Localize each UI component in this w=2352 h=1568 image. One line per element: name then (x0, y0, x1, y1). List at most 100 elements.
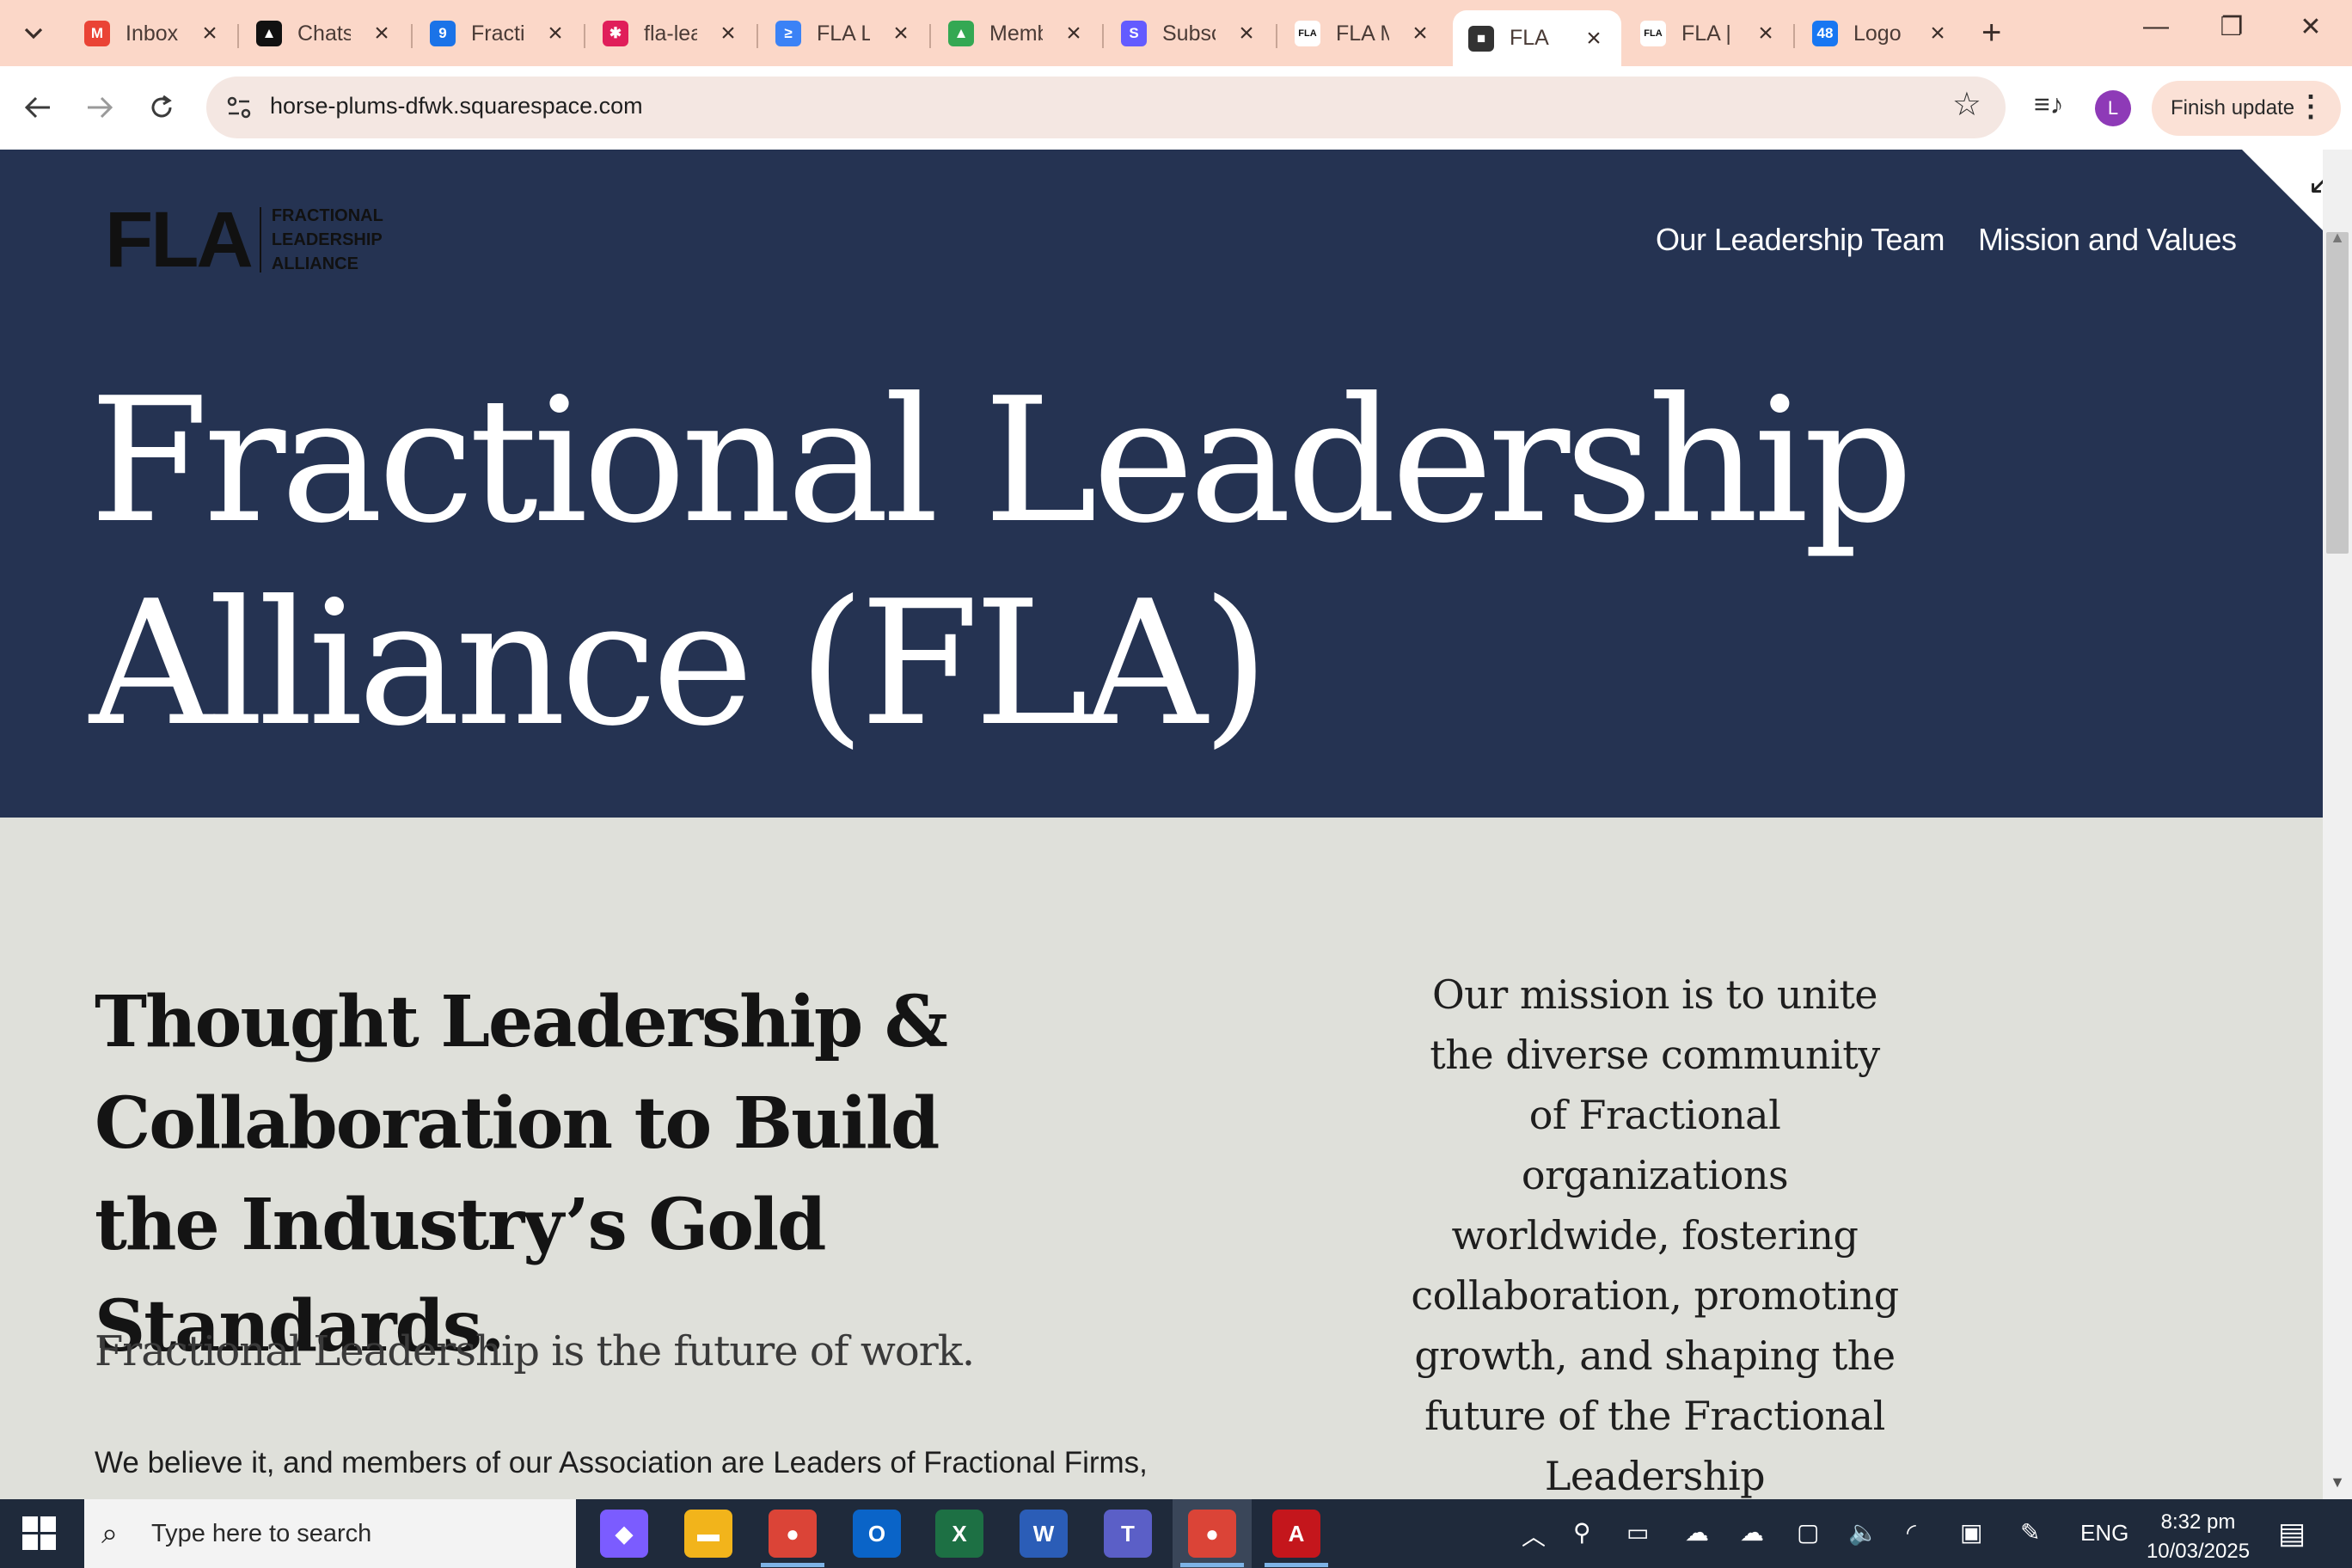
48-icon: 48 (1812, 21, 1838, 46)
flow-icon: ≥ (775, 21, 801, 46)
browser-tab[interactable]: ✱ fla-leadership × (587, 10, 756, 57)
tab-close-icon[interactable]: × (370, 19, 394, 48)
chrome-icon[interactable]: ● (769, 1510, 817, 1558)
body-paragraph: We believe it, and members of our Associ… (95, 1446, 1148, 1479)
more-menu-icon[interactable]: ⋮ (2296, 91, 2325, 122)
finish-update-label: Finish update (2171, 96, 2295, 119)
browser-tab[interactable]: FLA FLA | Home × (1625, 10, 1793, 57)
hero-title: Fractional Leadership Alliance (FLA) (89, 360, 1981, 766)
tab-separator (929, 24, 931, 48)
lead-heading: Thought Leadership & Collaboration to Bu… (95, 981, 948, 1368)
wifi-icon[interactable]: ◜ (1907, 1518, 1916, 1547)
finish-update-button[interactable]: Finish update ⋮ (2152, 81, 2341, 136)
media-control-icon[interactable]: ≡♪ (2034, 89, 2064, 120)
browser-tab[interactable]: ■ FLA × (1453, 10, 1621, 66)
site-settings-icon[interactable] (222, 90, 256, 125)
tab-close-icon[interactable]: × (1926, 19, 1950, 48)
onedrive-business-icon[interactable]: ☁ (1740, 1518, 1764, 1547)
acrobat-icon[interactable]: A (1272, 1510, 1320, 1558)
word-icon[interactable]: W (1020, 1510, 1068, 1558)
tab-close-icon[interactable]: × (889, 19, 913, 48)
battery-icon[interactable]: ▭ (1626, 1518, 1649, 1547)
close-window-icon[interactable]: ✕ (2285, 12, 2337, 42)
chrome-profile-icon[interactable]: ● (1188, 1510, 1236, 1558)
tab-search-button[interactable] (12, 10, 55, 57)
onedrive-icon[interactable]: ☁ (1685, 1518, 1709, 1547)
browser-tab[interactable]: S Subscribe × (1106, 10, 1274, 57)
scroll-up-icon[interactable]: ▲ (2323, 229, 2352, 254)
mission-statement: Our mission is to unite the diverse comm… (1411, 971, 1899, 1499)
outlook-icon[interactable]: O (853, 1510, 901, 1558)
tab-separator (584, 24, 585, 48)
back-icon[interactable] (14, 83, 62, 132)
calendar-icon: 9 (430, 21, 456, 46)
bookmark-star-icon[interactable]: ☆ (1952, 85, 1981, 124)
tab-title: fla-leadership (644, 21, 697, 46)
search-icon: ⌕ (101, 1516, 119, 1550)
taskbar-search[interactable]: ⌕ Type here to search (84, 1499, 576, 1568)
show-hidden-icons-icon[interactable]: ︿ (1522, 1518, 1546, 1553)
tab-close-icon[interactable]: × (1408, 19, 1432, 48)
tab-title: FLA | Home (1681, 21, 1735, 46)
nav-leadership-team[interactable]: Our Leadership Team (1656, 222, 1945, 258)
logo-line-3: ALLIANCE (271, 254, 358, 273)
browser-tab[interactable]: M Inbox × (69, 10, 237, 57)
hero-section: FLA FRACTIONAL LEADERSHIP ALLIANCE Our L… (0, 150, 2323, 818)
excel-icon[interactable]: X (935, 1510, 983, 1558)
copilot-icon[interactable]: ◆ (600, 1510, 648, 1558)
tab-close-icon[interactable]: × (716, 19, 740, 48)
url-text[interactable]: horse-plums-dfwk.squarespace.com (270, 93, 643, 119)
tab-title: FLA Mission (1336, 21, 1389, 46)
volume-icon[interactable]: 🔈 (1848, 1518, 1878, 1547)
browser-tab[interactable]: FLA FLA Mission × (1279, 10, 1448, 57)
minimize-icon[interactable]: — (2130, 12, 2182, 41)
browser-tab[interactable]: ≥ FLA Logo × (760, 10, 928, 57)
hero-title-line-2: Alliance (FLA) (89, 564, 1269, 764)
restore-icon[interactable]: ❐ (2206, 12, 2257, 42)
notification-center-icon[interactable]: ▤ (2278, 1516, 2306, 1551)
clock-time: 8:32 pm (2160, 1510, 2236, 1534)
forward-icon[interactable] (76, 83, 124, 132)
file-explorer-icon[interactable]: ▬ (684, 1510, 732, 1558)
running-indicator (1180, 1563, 1244, 1567)
fla-mini-icon: FLA (1640, 21, 1666, 46)
tray-app-icon[interactable]: ⚲ (1573, 1518, 1591, 1547)
browser-tab[interactable]: ▲ Members × (933, 10, 1101, 57)
hero-title-line-1: Fractional Leadership (89, 361, 1914, 561)
browser-tab[interactable]: 9 Fractional × (414, 10, 583, 57)
tab-close-icon[interactable]: × (1234, 19, 1259, 48)
pen-icon[interactable]: ✎ (2020, 1518, 2040, 1547)
chevron-down-icon (24, 28, 43, 40)
page-viewport: FLA FRACTIONAL LEADERSHIP ALLIANCE Our L… (0, 150, 2352, 1499)
tab-title: Members (989, 21, 1043, 46)
logo-line-1: FRACTIONAL (271, 206, 383, 225)
language-indicator[interactable]: ENG (2080, 1520, 2128, 1547)
new-tab-button[interactable]: + (1981, 14, 2001, 52)
address-bar[interactable]: horse-plums-dfwk.squarespace.com ☆ (206, 77, 2006, 138)
scrollbar-thumb[interactable] (2326, 232, 2349, 554)
logo-divider (259, 207, 261, 273)
tab-title: Subscribe (1162, 21, 1216, 46)
tab-separator (1793, 24, 1795, 48)
tab-separator (1102, 24, 1104, 48)
browser-tab[interactable]: ▲ Chats × (241, 10, 409, 57)
scroll-down-icon[interactable]: ▼ (2323, 1473, 2352, 1499)
windows-start-icon[interactable] (22, 1516, 57, 1551)
tab-close-icon[interactable]: × (1062, 19, 1086, 48)
tab-close-icon[interactable]: × (1754, 19, 1778, 48)
site-logo[interactable]: FLA FRACTIONAL LEADERSHIP ALLIANCE (105, 196, 383, 284)
tab-close-icon[interactable]: × (198, 19, 222, 48)
nav-mission-values[interactable]: Mission and Values (1978, 222, 2237, 258)
browser-tab[interactable]: 48 Logo × (1797, 10, 1965, 57)
tab-close-icon[interactable]: × (1582, 24, 1606, 53)
logo-mark: FLA (105, 196, 254, 284)
tab-separator (411, 24, 413, 48)
system-clock[interactable]: 8:32 pm 10/03/2025 (2142, 1508, 2254, 1566)
meet-now-icon[interactable]: ▢ (1797, 1518, 1819, 1547)
screen-capture-icon[interactable]: ▣ (1960, 1518, 1982, 1547)
tab-strip: M Inbox × ▲ Chats × 9 Fractional × ✱ fla-leadershi… (0, 0, 2352, 66)
reload-icon[interactable] (138, 83, 186, 132)
teams-icon[interactable]: T (1104, 1510, 1152, 1558)
tab-close-icon[interactable]: × (543, 19, 567, 48)
profile-avatar[interactable]: L (2095, 90, 2131, 126)
